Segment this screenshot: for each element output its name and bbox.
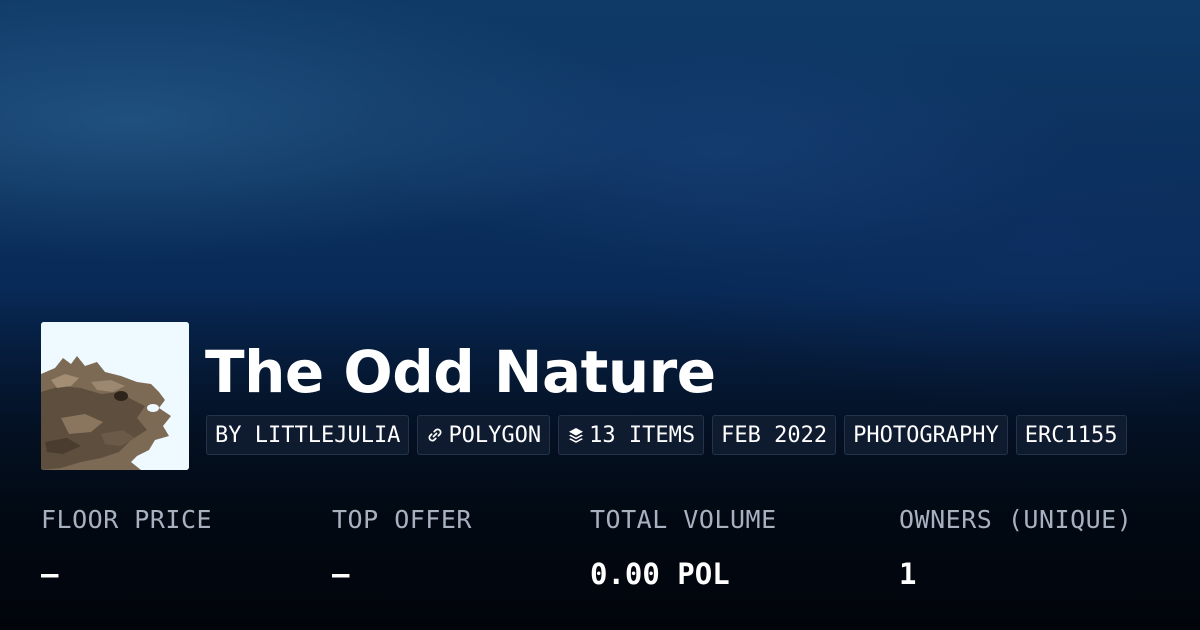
category-tag[interactable]: PHOTOGRAPHY <box>844 415 1008 455</box>
owners-stat: OWNERS (UNIQUE) 1 <box>899 505 1132 591</box>
total-volume-value: 0.00 POL <box>590 557 730 591</box>
standard-tag: ERC1155 <box>1015 415 1127 455</box>
top-offer-value: – <box>332 557 350 591</box>
items-count-label: 13 ITEMS <box>589 422 696 448</box>
chain-tag-label: POLYGON <box>448 422 542 448</box>
rock-formation-image <box>41 322 189 470</box>
top-offer-label: TOP OFFER <box>332 505 472 534</box>
floor-price-stat: FLOOR PRICE – <box>41 505 212 591</box>
creator-tag-label: BY LITTLEJULIA <box>215 422 401 448</box>
collection-stats: FLOOR PRICE – TOP OFFER – TOTAL VOLUME 0… <box>0 505 1200 605</box>
standard-tag-label: ERC1155 <box>1024 422 1118 448</box>
collection-title: The Odd Nature <box>205 338 716 406</box>
top-offer-stat: TOP OFFER – <box>332 505 472 591</box>
collection-avatar[interactable] <box>41 322 189 470</box>
collection-tags: BY LITTLEJULIA POLYGON 13 ITEMS FEB 2022… <box>206 415 1127 455</box>
floor-price-value: – <box>41 557 59 591</box>
owners-label: OWNERS (UNIQUE) <box>899 505 1133 534</box>
layers-icon <box>569 428 584 443</box>
creator-tag[interactable]: BY LITTLEJULIA <box>206 415 410 455</box>
date-tag: FEB 2022 <box>712 415 837 455</box>
total-volume-label: TOTAL VOLUME <box>590 505 777 534</box>
total-volume-stat: TOTAL VOLUME 0.00 POL <box>590 505 777 591</box>
chain-tag[interactable]: POLYGON <box>417 415 551 455</box>
date-tag-label: FEB 2022 <box>721 422 828 448</box>
owners-value: 1 <box>899 557 917 591</box>
items-count-tag[interactable]: 13 ITEMS <box>558 415 705 455</box>
link-icon <box>428 428 442 442</box>
category-tag-label: PHOTOGRAPHY <box>853 422 999 448</box>
floor-price-label: FLOOR PRICE <box>41 505 213 534</box>
